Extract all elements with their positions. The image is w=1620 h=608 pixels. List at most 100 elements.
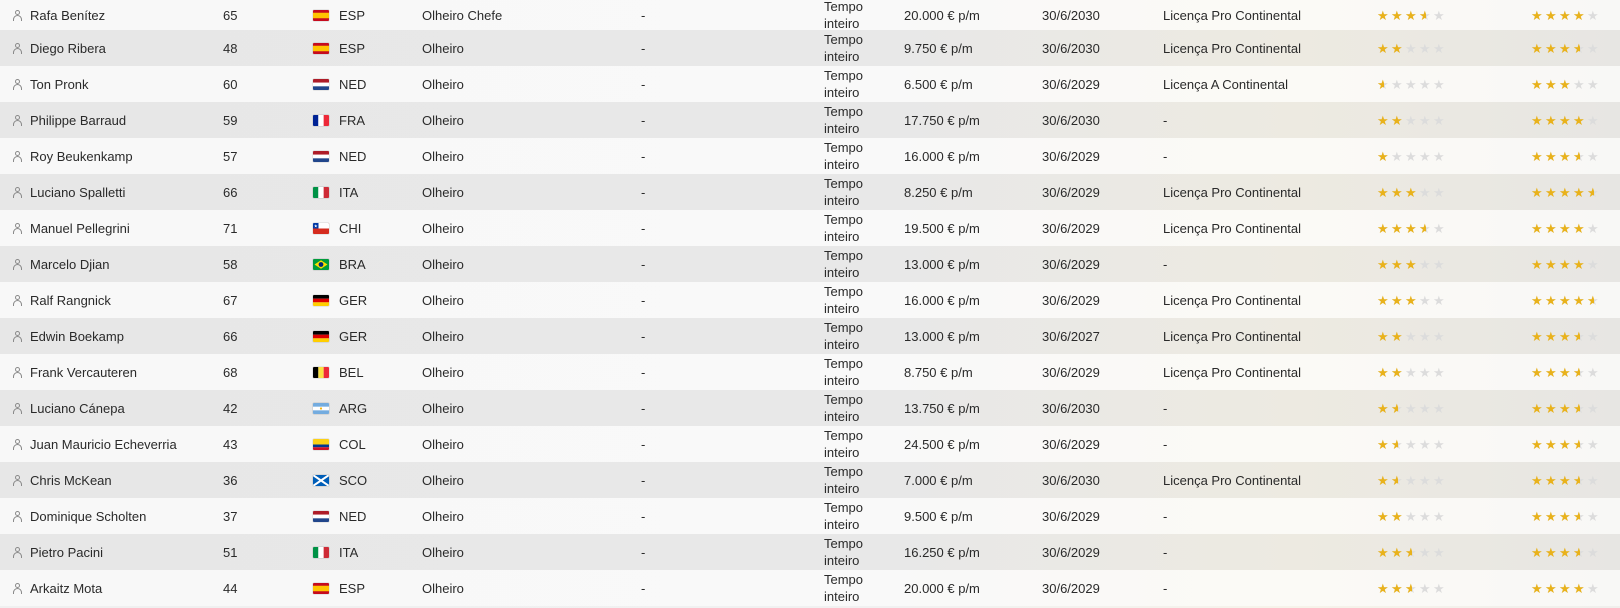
- staff-nationality[interactable]: FRA: [339, 102, 365, 138]
- staff-nationality[interactable]: GER: [339, 282, 367, 318]
- star-icon: ★★: [1405, 184, 1417, 200]
- staff-contract-type: Tempo inteiro: [824, 68, 864, 100]
- staff-extra: -: [641, 508, 646, 524]
- star-icon: ★★: [1419, 40, 1431, 56]
- star-icon: ★★: [1419, 112, 1431, 128]
- person-icon: [12, 150, 23, 162]
- staff-name[interactable]: Marcelo Djian: [30, 246, 109, 282]
- staff-nationality[interactable]: NED: [339, 66, 366, 102]
- staff-name[interactable]: Arkaitz Mota: [30, 570, 102, 606]
- table-row[interactable]: Luciano Spalletti 66 ITA Olheiro - Tempo…: [0, 174, 1620, 210]
- star-icon: ★★: [1433, 436, 1445, 452]
- staff-name[interactable]: Rafa Benítez: [30, 0, 105, 30]
- staff-name[interactable]: Pietro Pacini: [30, 534, 103, 570]
- current-ability-stars: ★★★★★★★★★★: [1377, 498, 1446, 534]
- table-row[interactable]: Diego Ribera 48 ESP Olheiro - Tempo intei…: [0, 30, 1620, 66]
- staff-wage: 24.500 € p/m: [904, 436, 980, 452]
- star-icon: ★★: [1377, 364, 1389, 380]
- star-icon: ★★: [1531, 184, 1543, 200]
- star-icon: ★★: [1587, 400, 1599, 416]
- staff-contract-expiry: 30/6/2029: [1042, 436, 1100, 452]
- star-icon: ★★: [1433, 580, 1445, 596]
- star-icon: ★★: [1433, 472, 1445, 488]
- table-row[interactable]: Marcelo Djian 58 BRA Olheiro - Tempo inte…: [0, 246, 1620, 282]
- staff-nationality[interactable]: ESP: [339, 570, 365, 606]
- star-icon: ★★: [1531, 256, 1543, 272]
- staff-name[interactable]: Edwin Boekamp: [30, 318, 124, 354]
- table-row[interactable]: Manuel Pellegrini 71 CHI Olheiro - Tempo…: [0, 210, 1620, 246]
- staff-nationality[interactable]: CHI: [339, 210, 361, 246]
- staff-nationality[interactable]: ESP: [339, 0, 365, 30]
- star-icon: ★★: [1545, 184, 1557, 200]
- staff-nationality[interactable]: ITA: [339, 174, 358, 210]
- table-row[interactable]: Roy Beukenkamp 57 NED Olheiro - Tempo int…: [0, 138, 1620, 174]
- table-row[interactable]: Rafa Benítez 65 ESP Olheiro Chefe - Temp…: [0, 0, 1620, 31]
- staff-name[interactable]: Luciano Cánepa: [30, 390, 125, 426]
- person-icon-cell: [12, 0, 24, 30]
- star-icon: ★★: [1587, 184, 1599, 200]
- staff-role: Olheiro: [422, 328, 464, 344]
- staff-name[interactable]: Chris McKean: [30, 462, 112, 498]
- table-row[interactable]: Juan Mauricio Echeverria 43 COL Olheiro …: [0, 426, 1620, 462]
- staff-nationality[interactable]: ARG: [339, 390, 367, 426]
- table-row[interactable]: Dominique Scholten 37 NED Olheiro - Temp…: [0, 498, 1620, 534]
- staff-name[interactable]: Manuel Pellegrini: [30, 210, 130, 246]
- current-ability-stars: ★★★★★★★★★★: [1377, 102, 1446, 138]
- star-icon: ★★: [1559, 148, 1571, 164]
- person-icon: [12, 582, 23, 594]
- staff-name[interactable]: Ton Pronk: [30, 66, 89, 102]
- staff-nationality[interactable]: ESP: [339, 30, 365, 66]
- staff-name[interactable]: Dominique Scholten: [30, 498, 146, 534]
- staff-age: 37: [223, 508, 238, 524]
- staff-role: Olheiro: [422, 436, 464, 452]
- current-ability-stars: ★★★★★★★★★★: [1377, 138, 1446, 174]
- staff-age: 43: [223, 436, 238, 452]
- staff-age: 57: [223, 148, 238, 164]
- table-row[interactable]: Chris McKean 36 SCO Olheiro - Tempo intei…: [0, 462, 1620, 498]
- staff-extra: -: [641, 400, 646, 416]
- staff-contract-expiry: 30/6/2029: [1042, 148, 1100, 164]
- staff-license: -: [1163, 148, 1168, 164]
- table-row[interactable]: Edwin Boekamp 66 GER Olheiro - Tempo inte…: [0, 318, 1620, 354]
- staff-nationality[interactable]: ITA: [339, 534, 358, 570]
- star-icon: ★★: [1419, 400, 1431, 416]
- staff-age: 66: [223, 328, 238, 344]
- staff-contract-expiry: 30/6/2030: [1042, 400, 1100, 416]
- staff-nationality[interactable]: COL: [339, 426, 366, 462]
- table-row[interactable]: Philippe Barraud 59 FRA Olheiro - Tempo i…: [0, 102, 1620, 138]
- staff-name[interactable]: Ralf Rangnick: [30, 282, 111, 318]
- table-row[interactable]: Pietro Pacini 51 ITA Olheiro - Tempo inte…: [0, 534, 1620, 570]
- staff-wage: 20.000 € p/m: [904, 7, 980, 23]
- table-row[interactable]: Arkaitz Mota 44 ESP Olheiro - Tempo intei…: [0, 570, 1620, 606]
- star-icon: ★★: [1545, 472, 1557, 488]
- staff-nationality[interactable]: BEL: [339, 354, 364, 390]
- staff-nationality[interactable]: NED: [339, 138, 366, 174]
- table-row[interactable]: Luciano Cánepa 42 ARG Olheiro - Tempo int…: [0, 390, 1620, 426]
- staff-name[interactable]: Juan Mauricio Echeverria: [30, 426, 177, 462]
- star-icon: ★★: [1545, 544, 1557, 560]
- staff-name[interactable]: Roy Beukenkamp: [30, 138, 133, 174]
- staff-extra: -: [641, 112, 646, 128]
- potential-ability-stars: ★★★★★★★★★★: [1531, 174, 1600, 210]
- staff-name[interactable]: Diego Ribera: [30, 30, 106, 66]
- staff-license: Licença Pro Continental: [1163, 40, 1302, 56]
- table-row[interactable]: Ton Pronk 60 NED Olheiro - Tempo inteiro …: [0, 66, 1620, 102]
- potential-ability-stars: ★★★★★★★★★★: [1531, 66, 1600, 102]
- staff-name[interactable]: Luciano Spalletti: [30, 174, 125, 210]
- staff-age: 65: [223, 7, 238, 23]
- star-icon: ★★: [1419, 508, 1431, 524]
- table-row[interactable]: Ralf Rangnick 67 GER Olheiro - Tempo inte…: [0, 282, 1620, 318]
- person-icon-cell: [12, 462, 24, 498]
- star-icon: ★★: [1419, 544, 1431, 560]
- staff-nationality[interactable]: BRA: [339, 246, 366, 282]
- staff-contract-expiry: 30/6/2029: [1042, 292, 1100, 308]
- staff-nationality[interactable]: NED: [339, 498, 366, 534]
- staff-name[interactable]: Frank Vercauteren: [30, 354, 137, 390]
- star-icon: ★★: [1545, 436, 1557, 452]
- staff-nationality[interactable]: GER: [339, 318, 367, 354]
- potential-ability-stars: ★★★★★★★★★★: [1531, 534, 1600, 570]
- staff-nationality[interactable]: SCO: [339, 462, 367, 498]
- staff-name[interactable]: Philippe Barraud: [30, 102, 126, 138]
- staff-license: -: [1163, 400, 1168, 416]
- table-row[interactable]: Frank Vercauteren 68 BEL Olheiro - Tempo…: [0, 354, 1620, 390]
